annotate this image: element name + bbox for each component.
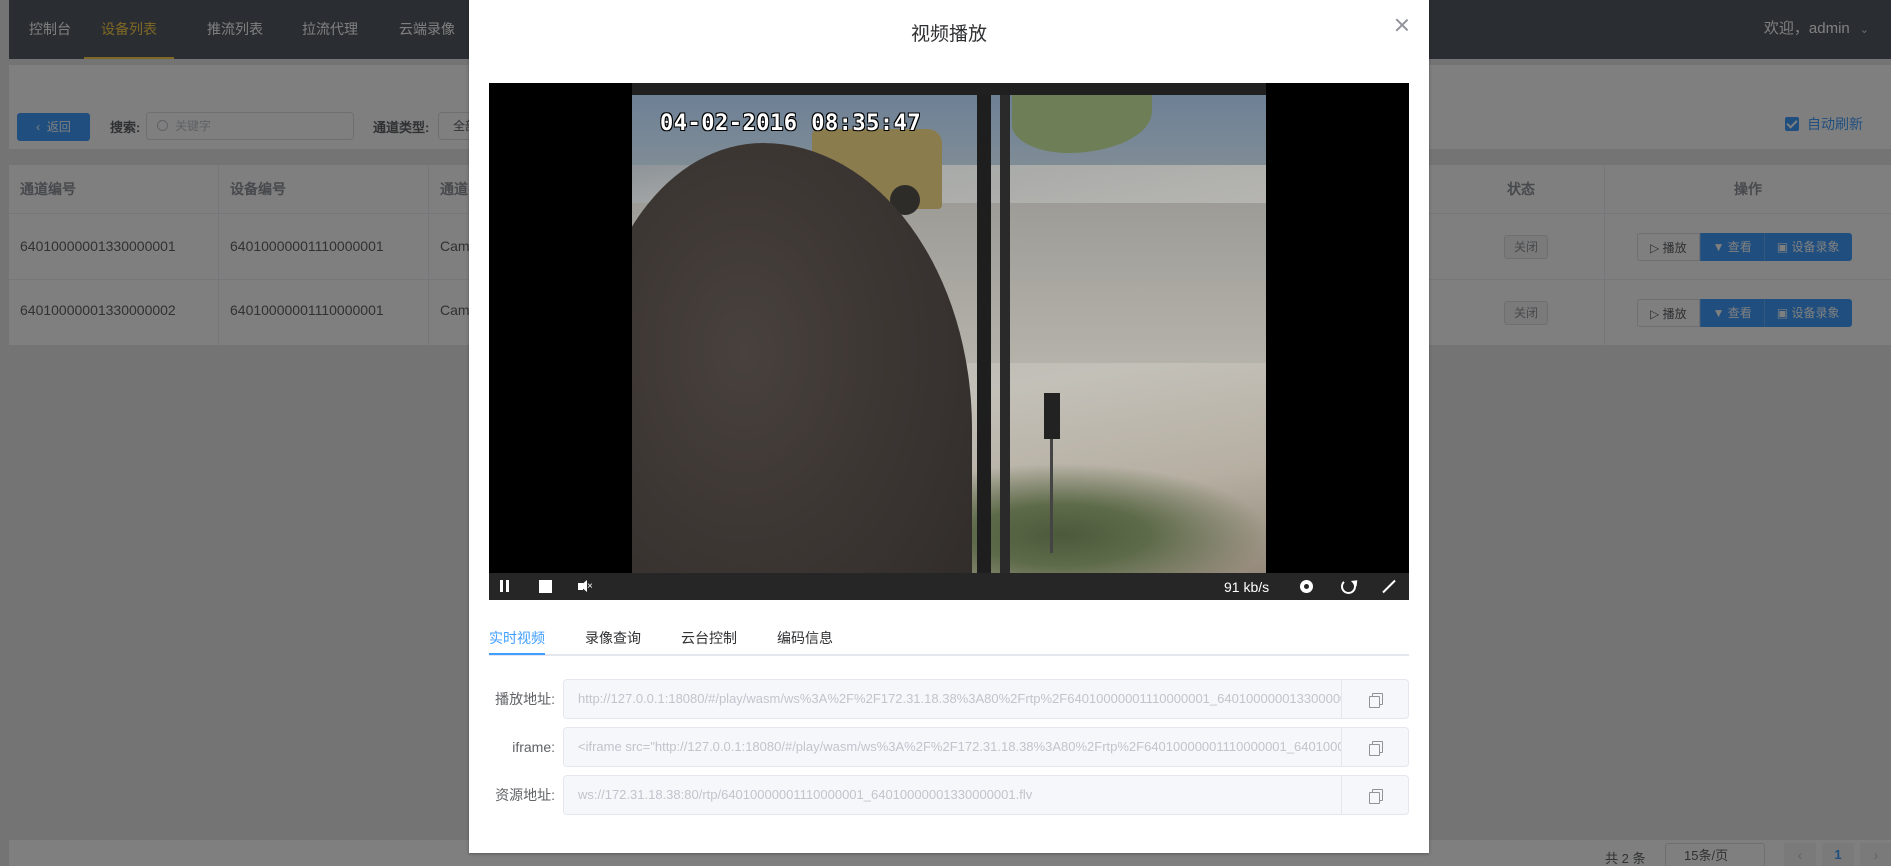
play-url-label: 播放地址: bbox=[495, 691, 555, 707]
screenshot-icon[interactable] bbox=[1299, 579, 1314, 594]
fullscreen-icon-diagonal bbox=[1382, 579, 1396, 594]
tab-ptz-control[interactable]: 云台控制 bbox=[681, 628, 737, 655]
pause-icon[interactable] bbox=[498, 579, 513, 594]
copy-iframe-button[interactable] bbox=[1342, 727, 1409, 767]
play-url-row: 播放地址: http://127.0.0.1:18080/#/play/wasm… bbox=[489, 679, 1409, 719]
video-play-dialog: 视频播放 04-02-2016 08:35:47 × 91 kb/s 实时视频 … bbox=[469, 0, 1429, 853]
fullscreen-icon[interactable] bbox=[1382, 579, 1397, 594]
resource-url-row: 资源地址: ws://172.31.18.38:80/rtp/640100000… bbox=[489, 775, 1409, 815]
tab-codec-info[interactable]: 编码信息 bbox=[777, 628, 833, 655]
video-frame: 04-02-2016 08:35:47 bbox=[632, 83, 1266, 573]
video-scene-window-frame bbox=[1000, 83, 1010, 573]
bitrate-readout: 91 kb/s bbox=[1224, 579, 1270, 595]
video-timestamp-overlay: 04-02-2016 08:35:47 bbox=[660, 111, 922, 136]
close-icon[interactable] bbox=[1394, 17, 1410, 33]
iframe-label: iframe: bbox=[512, 739, 555, 755]
video-player[interactable]: 04-02-2016 08:35:47 × 91 kb/s bbox=[489, 83, 1409, 600]
video-scene-sign bbox=[1044, 393, 1060, 439]
resource-url-label: 资源地址: bbox=[495, 787, 555, 803]
video-scene-plants bbox=[972, 463, 1266, 573]
iframe-row: iframe: <iframe src="http://127.0.0.1:18… bbox=[489, 727, 1409, 767]
copy-icon bbox=[1369, 789, 1383, 804]
copy-icon bbox=[1369, 741, 1383, 756]
resource-url-field[interactable]: ws://172.31.18.38:80/rtp/640100000011100… bbox=[563, 775, 1342, 815]
refresh-icon[interactable] bbox=[1341, 579, 1356, 594]
video-scene-window-frame bbox=[632, 83, 1266, 95]
dialog-title: 视频播放 bbox=[910, 24, 987, 45]
video-scene-window-frame bbox=[977, 83, 991, 573]
stop-icon[interactable] bbox=[538, 579, 553, 594]
play-url-field[interactable]: http://127.0.0.1:18080/#/play/wasm/ws%3A… bbox=[563, 679, 1342, 719]
mute-icon[interactable]: × bbox=[577, 579, 593, 594]
tab-record-query[interactable]: 录像查询 bbox=[585, 628, 641, 655]
iframe-field[interactable]: <iframe src="http://127.0.0.1:18080/#/pl… bbox=[563, 727, 1342, 767]
copy-resource-url-button[interactable] bbox=[1342, 775, 1409, 815]
copy-icon bbox=[1369, 693, 1383, 708]
dialog-tabs: 实时视频 录像查询 云台控制 编码信息 bbox=[489, 618, 1409, 656]
player-control-bar: × 91 kb/s bbox=[489, 573, 1409, 600]
copy-play-url-button[interactable] bbox=[1342, 679, 1409, 719]
video-scene-post bbox=[1050, 433, 1053, 553]
tab-live-video[interactable]: 实时视频 bbox=[489, 628, 545, 655]
